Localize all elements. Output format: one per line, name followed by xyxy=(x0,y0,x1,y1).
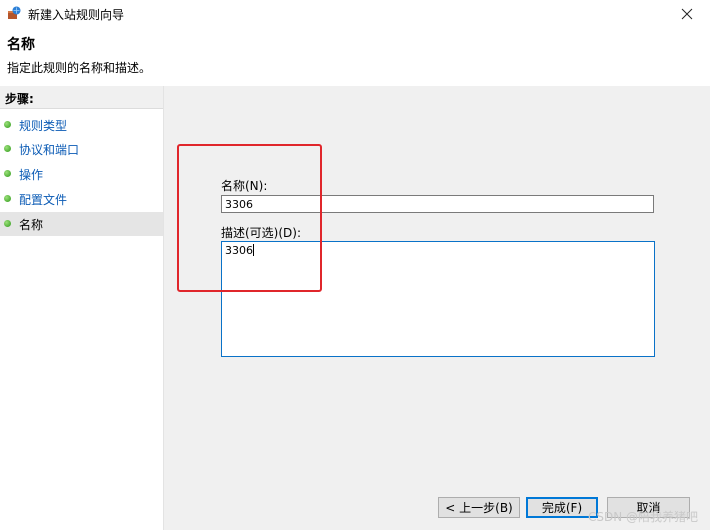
back-button[interactable]: < 上一步(B) xyxy=(438,497,520,518)
close-icon xyxy=(681,8,693,20)
wizard-header: 名称 指定此规则的名称和描述。 xyxy=(0,28,710,78)
watermark: CSDN @陪我养猪吧 xyxy=(587,510,698,524)
close-button[interactable] xyxy=(664,0,710,28)
steps-heading-label: 步骤: xyxy=(5,92,34,106)
highlight-box xyxy=(177,144,322,292)
steps-sidebar: 步骤: 规则类型 协议和端口 操作 配置文件 名称 xyxy=(0,86,164,530)
step-complete-icon xyxy=(4,195,11,202)
step-label: 名称 xyxy=(19,218,44,232)
step-name[interactable]: 名称 xyxy=(0,212,163,236)
step-current-icon xyxy=(4,220,11,227)
step-label: 协议和端口 xyxy=(19,143,80,157)
steps-heading: 步骤: xyxy=(0,86,163,109)
page-title: 名称 xyxy=(7,37,35,53)
step-rule-type[interactable]: 规则类型 xyxy=(0,113,163,137)
step-complete-icon xyxy=(4,170,11,177)
step-label: 配置文件 xyxy=(19,193,68,207)
step-protocol-ports[interactable]: 协议和端口 xyxy=(0,137,163,161)
title-bar: 新建入站规则向导 xyxy=(0,0,710,28)
page-description: 指定此规则的名称和描述。 xyxy=(7,61,152,75)
step-profile[interactable]: 配置文件 xyxy=(0,187,163,211)
window-title: 新建入站规则向导 xyxy=(28,8,125,22)
step-action[interactable]: 操作 xyxy=(0,162,163,186)
firewall-icon xyxy=(7,6,21,20)
step-complete-icon xyxy=(4,121,11,128)
step-label: 规则类型 xyxy=(19,119,68,133)
step-complete-icon xyxy=(4,145,11,152)
step-label: 操作 xyxy=(19,168,44,182)
